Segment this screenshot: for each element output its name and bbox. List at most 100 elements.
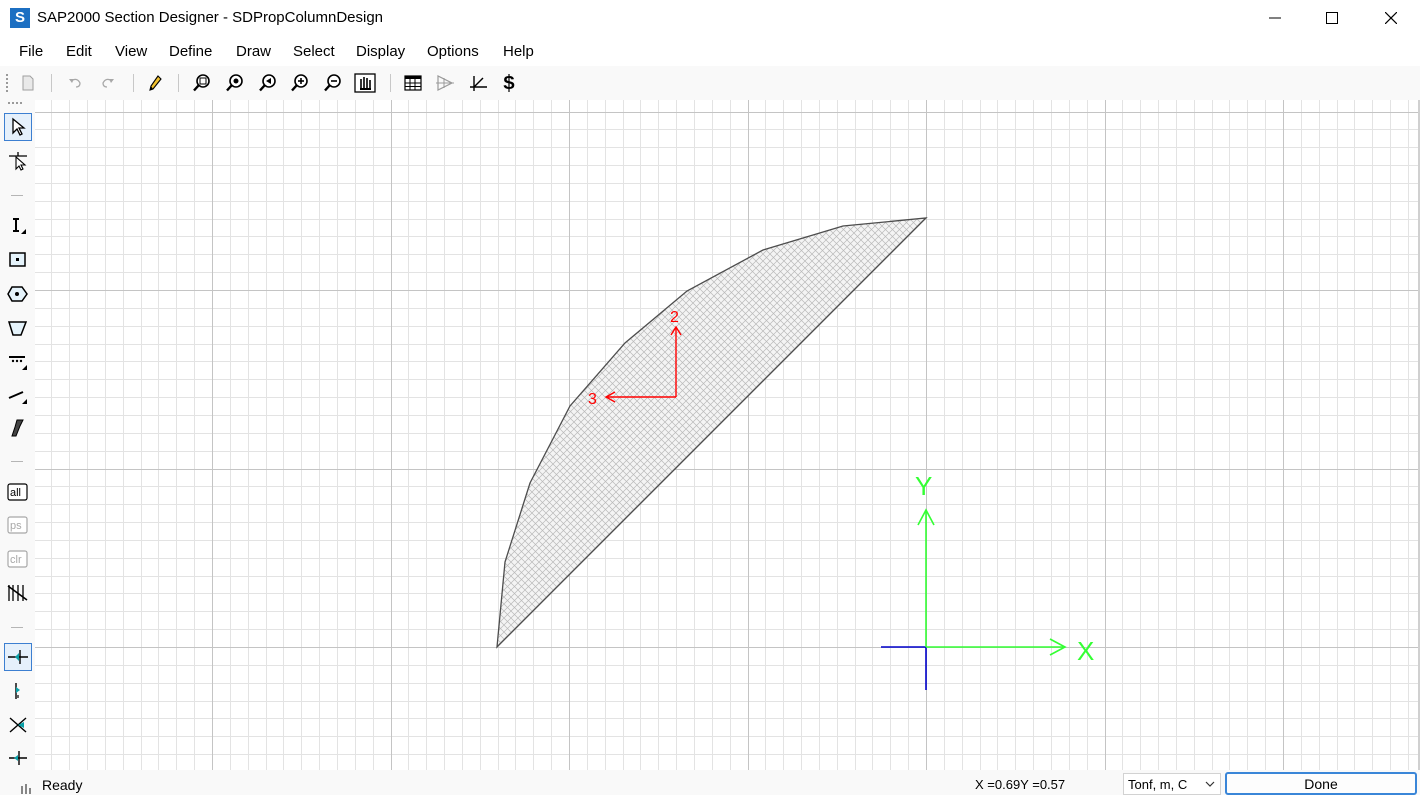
toolbar-separator: [133, 74, 134, 92]
restore-previous-view-icon: [259, 74, 276, 92]
toolbar-grip[interactable]: [6, 74, 8, 92]
snap-s-button[interactable]: S: [497, 71, 521, 95]
snap-perpendicular-icon: [9, 751, 27, 765]
section-property-icon: [436, 75, 454, 91]
draw-rectangle-button[interactable]: [4, 246, 32, 274]
menu-define[interactable]: Define: [169, 43, 212, 60]
menu-draw[interactable]: Draw: [236, 43, 271, 60]
snap-point-button[interactable]: [4, 643, 32, 671]
clear-selection-button[interactable]: clr: [4, 545, 32, 573]
draw-rebar-line-icon: [9, 356, 27, 370]
units-dropdown[interactable]: Tonf, m, C: [1123, 773, 1221, 795]
snap-intersection-button[interactable]: [4, 711, 32, 739]
zoom-in-icon: [291, 74, 308, 92]
zoom-window-icon: [193, 74, 210, 92]
major-grid: [35, 100, 1419, 770]
redo-icon: [102, 78, 114, 88]
new-file-icon: [22, 75, 34, 91]
table-button[interactable]: [401, 71, 425, 95]
draw-reference-icon: [11, 419, 24, 437]
draw-i-section-icon: [13, 218, 26, 234]
minor-grid: [35, 100, 1419, 770]
draw-button[interactable]: [143, 71, 167, 95]
draw-line-button[interactable]: [4, 382, 32, 410]
left-toolbar: all ps clr: [0, 100, 35, 770]
close-button[interactable]: [1362, 0, 1420, 36]
pointer-icon: [12, 117, 26, 136]
new-file-button[interactable]: [16, 71, 40, 95]
window-title: SAP2000 Section Designer - SDPropColumnD…: [37, 9, 384, 26]
done-button[interactable]: Done: [1225, 772, 1417, 795]
draw-circle-button[interactable]: [4, 280, 32, 308]
global-x-axis-label: X: [1077, 636, 1094, 666]
svg-text:all: all: [10, 487, 21, 499]
undo-button[interactable]: [63, 71, 87, 95]
draw-rectangle-icon: [9, 252, 26, 267]
menu-edit[interactable]: Edit: [66, 43, 92, 60]
select-all-button[interactable]: all: [4, 478, 32, 506]
reshape-button[interactable]: [4, 147, 32, 175]
toolbar-separator: [390, 74, 391, 92]
close-icon: [1385, 12, 1397, 24]
left-toolbar-separator: [11, 461, 23, 462]
section-cut-button[interactable]: [4, 579, 32, 607]
menu-options[interactable]: Options: [427, 43, 479, 60]
draw-circle-icon: [7, 286, 28, 302]
table-icon: [404, 75, 422, 91]
sap2000-section-designer-window: { "app": { "icon_letter": "S", "title": …: [0, 0, 1420, 795]
menu-display[interactable]: Display: [356, 43, 405, 60]
menu-select[interactable]: Select: [293, 43, 335, 60]
axes-button[interactable]: [466, 71, 490, 95]
restore-previous-view-button[interactable]: [256, 71, 280, 95]
maximize-button[interactable]: [1303, 0, 1361, 36]
snap-intersection-icon: [9, 717, 27, 733]
left-toolbar-grip[interactable]: [8, 102, 22, 104]
draw-polygon-button[interactable]: [4, 314, 32, 342]
status-bar: Ready X =0.69Y =0.57 Tonf, m, C Done: [0, 770, 1420, 795]
section-cut-icon: [7, 585, 28, 601]
pan-icon: [354, 73, 376, 93]
local-axis-2-label: 2: [670, 309, 679, 326]
zoom-out-button[interactable]: [321, 71, 345, 95]
pencil-icon: [149, 75, 162, 91]
drawing-canvas[interactable]: 2 3 X Y: [35, 100, 1419, 770]
draw-reference-button[interactable]: [4, 414, 32, 442]
menu-help[interactable]: Help: [503, 43, 534, 60]
previous-selection-button[interactable]: ps: [4, 511, 32, 539]
menu-view[interactable]: View: [115, 43, 147, 60]
pointer-button[interactable]: [4, 113, 32, 141]
cursor-coordinates: X =0.69Y =0.57: [975, 777, 1066, 792]
snap-perpendicular-button[interactable]: [4, 744, 32, 772]
zoom-window-button[interactable]: [190, 71, 214, 95]
status-grip-icon[interactable]: [20, 780, 34, 795]
restore-full-view-icon: [226, 74, 243, 92]
zoom-in-button[interactable]: [288, 71, 312, 95]
menu-file[interactable]: File: [19, 43, 43, 60]
draw-i-section-button[interactable]: [4, 212, 32, 240]
section-property-button[interactable]: [433, 71, 457, 95]
local-axis-3-label: 3: [588, 391, 597, 408]
zoom-out-icon: [324, 74, 341, 92]
draw-line-icon: [8, 391, 27, 404]
section-drawing[interactable]: 2 3 X Y: [35, 100, 1419, 770]
snap-end-button[interactable]: [4, 677, 32, 705]
draw-polygon-icon: [7, 321, 28, 336]
select-all-icon: all: [7, 483, 28, 501]
redo-button[interactable]: [96, 71, 120, 95]
global-y-axis-label: Y: [915, 471, 932, 501]
toolbar-separator: [178, 74, 179, 92]
title-bar: S SAP2000 Section Designer - SDPropColum…: [0, 0, 1420, 36]
draw-rebar-line-button[interactable]: [4, 348, 32, 376]
toolbar-separator: [51, 74, 52, 92]
pan-button[interactable]: [353, 71, 377, 95]
section-shape[interactable]: [496, 217, 928, 649]
minimize-button[interactable]: [1246, 0, 1304, 36]
snap-s-icon: S: [503, 73, 515, 93]
snap-end-icon: [15, 683, 20, 699]
sap2000-app-icon[interactable]: S: [10, 8, 30, 28]
maximize-icon: [1326, 12, 1338, 24]
restore-full-view-button[interactable]: [223, 71, 247, 95]
axes-icon: [470, 76, 487, 91]
left-toolbar-separator: [11, 627, 23, 628]
chevron-down-icon: [1205, 781, 1215, 787]
